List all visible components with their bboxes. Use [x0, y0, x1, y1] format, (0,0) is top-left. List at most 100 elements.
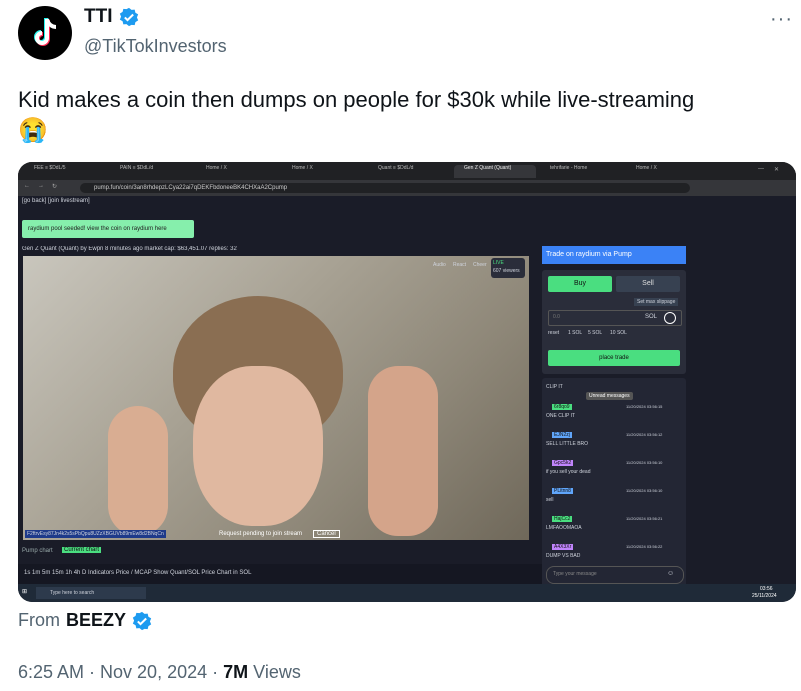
preset-reset[interactable]: reset: [548, 330, 559, 336]
windows-taskbar: ⊞ Type here to search 03:56 25/11/2024: [18, 584, 796, 602]
sell-button[interactable]: Sell: [616, 276, 680, 292]
tweet-text: Kid makes a coin then dumps on people fo…: [18, 87, 695, 112]
place-trade-button[interactable]: place trade: [548, 350, 680, 366]
browser-tab[interactable]: Home / X: [282, 165, 364, 178]
back-links[interactable]: [go back] [join livestream]: [22, 198, 90, 204]
streamer-right-hand: [368, 366, 438, 536]
video-cheer-button[interactable]: Cheer: [473, 262, 487, 268]
chat-username[interactable]: 6r8qo9: [552, 404, 572, 410]
coin-header: Gen Z Quant (Quant) by Ewpn 8 minutes ag…: [22, 246, 237, 252]
chat-time: 11/20/2024 03:56:10: [626, 488, 663, 493]
author-name-row[interactable]: TTI: [84, 6, 139, 28]
unread-messages-badge[interactable]: Unread messages: [586, 392, 633, 400]
verified-badge-icon: [132, 611, 152, 630]
currency-label: SOL: [645, 314, 658, 320]
chat-time: 11/20/2024 03:56:22: [626, 544, 663, 549]
chat-text: DUMP VS BAD: [546, 553, 581, 559]
chat-time: 11/20/2024 03:56:15: [626, 404, 663, 409]
taskbar-clock-time: 03:56: [760, 586, 773, 592]
trade-panel-header: Trade on raydium via Pump: [542, 246, 686, 264]
crying-emoji-icon: 😭: [18, 117, 48, 144]
trade-panel: Buy Sell Set max slippage 0.0 SOL reset …: [542, 270, 686, 374]
browser-tab[interactable]: Home / X: [196, 165, 278, 178]
amount-placeholder: 0.0: [553, 314, 560, 320]
current-chart-tab[interactable]: Current chart: [62, 547, 102, 553]
chat-username[interactable]: HajCc2: [552, 516, 573, 522]
reload-icon[interactable]: ↻: [52, 183, 57, 190]
join-request-text: Request pending to join stream: [219, 531, 303, 537]
pump-chart-tab[interactable]: Pump chart: [22, 548, 53, 554]
from-source-name[interactable]: BEEZY: [66, 610, 126, 631]
forward-arrow-icon[interactable]: →: [38, 183, 44, 189]
live-badge: LIVE 607 viewers: [491, 258, 525, 278]
chart-toolbar: 1s 1m 5m 15m 1h 4h D Indicators Price / …: [18, 564, 542, 584]
chat-text: ONE CLIP IT: [546, 413, 576, 419]
streamer-left-hand: [108, 406, 168, 536]
chat-input[interactable]: Type your message ☺: [546, 566, 684, 584]
chat-username[interactable]: PLitnn8: [552, 488, 573, 494]
cancel-request-button[interactable]: Cancel: [313, 530, 340, 538]
windows-start-icon[interactable]: ⊞: [22, 588, 27, 595]
solana-icon: [664, 312, 676, 324]
browser-tab-active[interactable]: Gen Z Quant (Quant): [454, 165, 536, 178]
chat-username[interactable]: A4X3Xr: [552, 544, 574, 550]
tiktok-logo-icon: [34, 18, 57, 46]
chat-message-list: 6r8qo9 11/20/2024 03:56:15 ONE CLIP IT E…: [546, 404, 682, 572]
taskbar-search[interactable]: Type here to search: [36, 587, 146, 599]
chat-message: 6r8qo9 11/20/2024 03:56:15 ONE CLIP IT: [546, 404, 682, 432]
chat-text: sell: [546, 497, 554, 503]
taskbar-search-placeholder: Type here to search: [50, 590, 95, 596]
video-react-button[interactable]: React: [453, 262, 466, 268]
more-options-icon[interactable]: ···: [770, 8, 793, 31]
verified-badge-icon: [119, 7, 138, 27]
raydium-banner[interactable]: raydium pool seeded! view the coin on ra…: [22, 220, 194, 238]
browser-tab[interactable]: PAIN ≡ $DdL/d: [110, 165, 192, 178]
chat-username[interactable]: Gpc5k2: [552, 460, 574, 466]
author-handle[interactable]: @TikTokInvestors: [84, 36, 227, 57]
browser-tab-bar: FEE ≡ $DdL/5 PAIN ≡ $DdL/d Home / X Home…: [18, 162, 796, 180]
amount-input[interactable]: 0.0 SOL: [548, 310, 682, 326]
browser-tab[interactable]: Quant ≡ $DdL/d: [368, 165, 450, 178]
live-label: LIVE: [493, 260, 504, 266]
preset-1-sol[interactable]: 1 SOL: [568, 330, 582, 336]
tweet-media[interactable]: FEE ≡ $DdL/5 PAIN ≡ $DdL/d Home / X Home…: [18, 162, 796, 602]
slippage-button[interactable]: Set max slippage: [634, 298, 679, 306]
tweet-timestamp-row: 6:25 AM · Nov 20, 2024 · 7M Views: [18, 662, 301, 683]
chat-message: Gpc5k2 11/20/2024 03:56:10 if you sell y…: [546, 460, 682, 488]
chat-text: if you sell your dead: [546, 469, 591, 475]
browser-tab[interactable]: tehrifarie - Home: [540, 165, 622, 178]
chat-text: LMFAOOMAOA: [546, 525, 582, 531]
author-avatar[interactable]: [18, 6, 72, 60]
video-audio-button[interactable]: Audio: [433, 262, 446, 268]
browser-tab[interactable]: FEE ≡ $DdL/5: [24, 165, 106, 178]
chat-time: 11/20/2024 03:56:21: [626, 516, 663, 521]
from-attribution: From BEEZY: [18, 610, 152, 631]
views-count: 7M: [223, 662, 249, 682]
chat-time: 11/20/2024 03:56:12: [626, 432, 663, 437]
tweet-timestamp[interactable]: 6:25 AM · Nov 20, 2024 ·: [18, 662, 223, 682]
taskbar-clock-date: 25/11/2024: [752, 593, 777, 599]
author-name[interactable]: TTI: [84, 6, 113, 28]
back-arrow-icon[interactable]: ←: [24, 183, 30, 189]
emoji-picker-icon[interactable]: ☺: [667, 570, 674, 577]
buy-button[interactable]: Buy: [548, 276, 612, 292]
window-close-icon[interactable]: ✕: [774, 166, 779, 173]
preset-5-sol[interactable]: 5 SOL: [588, 330, 602, 336]
preset-10-sol[interactable]: 10 SOL: [610, 330, 627, 336]
address-bar[interactable]: pump.fun/coin/3an8rhdepzLCya22ai7qDEKFbd…: [80, 183, 690, 193]
chat-panel: CLIP IT Unread messages 6r8qo9 11/20/202…: [542, 378, 686, 588]
window-minimize-icon[interactable]: —: [758, 166, 764, 172]
chat-username[interactable]: EJN2zj: [552, 432, 572, 438]
chat-title: CLIP IT: [546, 384, 563, 390]
views-label: Views: [248, 662, 301, 682]
from-label: From: [18, 610, 60, 630]
browser-tab[interactable]: Home / X: [626, 165, 708, 178]
chat-input-placeholder: Type your message: [553, 571, 597, 577]
chat-message: EJN2zj 11/20/2024 03:56:12 SELL LITTLE B…: [546, 432, 682, 460]
chat-message: HajCc2 11/20/2024 03:56:21 LMFAOOMAOA: [546, 516, 682, 544]
chat-message: PLitnn8 11/20/2024 03:56:10 sell: [546, 488, 682, 516]
chart-toolbar-text[interactable]: 1s 1m 5m 15m 1h 4h D Indicators Price / …: [24, 570, 251, 576]
streamer-face: [193, 366, 323, 526]
chat-time: 11/20/2024 03:56:10: [626, 460, 663, 465]
livestream-video[interactable]: LIVE 607 viewers Audio React Cheer F2ftr…: [23, 256, 529, 540]
